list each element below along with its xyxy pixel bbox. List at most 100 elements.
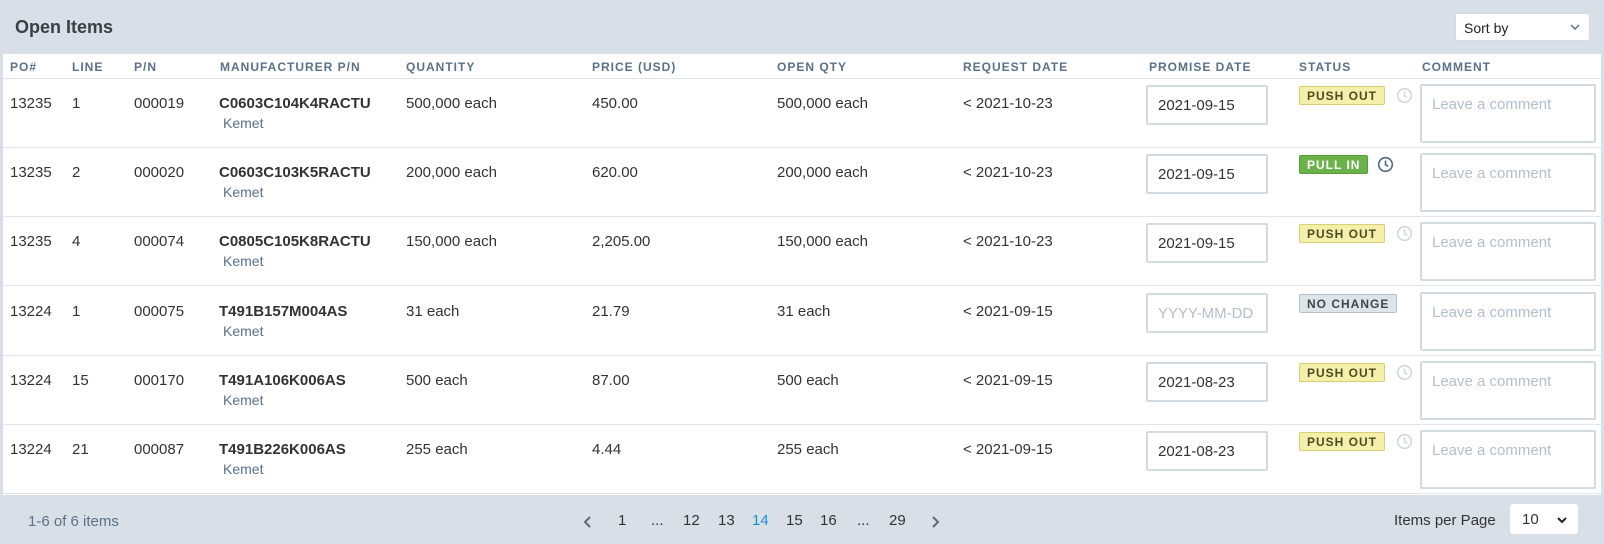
panel-header: Open Items Sort by <box>0 0 1604 54</box>
request-date: < 2021-10-23 <box>963 233 1053 250</box>
page-link[interactable]: 1 <box>618 512 626 529</box>
col-mfr-pn-header: MANUFACTURER P/N <box>220 60 361 74</box>
clock-icon[interactable] <box>1377 156 1394 173</box>
quantity: 255 each <box>406 441 468 458</box>
manufacturer-part-number: T491A106K006AS <box>219 372 346 389</box>
col-quantity-header: QUANTITY <box>406 60 476 74</box>
col-pn-header: P/N <box>134 60 158 74</box>
clock-icon[interactable] <box>1396 87 1413 104</box>
comment-field[interactable]: Leave a comment <box>1420 153 1596 212</box>
line-number: 15 <box>72 372 89 389</box>
chevron-down-icon <box>1557 517 1567 524</box>
po-number: 13224 <box>10 372 52 389</box>
request-date: < 2021-10-23 <box>963 95 1053 112</box>
request-date: < 2021-09-15 <box>963 303 1053 320</box>
line-number: 1 <box>72 95 81 112</box>
status-badge: PUSH OUT <box>1299 86 1386 105</box>
col-promise-date-header: PROMISE DATE <box>1149 60 1252 74</box>
open-quantity: 31 each <box>777 303 831 320</box>
po-number: 13235 <box>10 95 52 112</box>
manufacturer-name: Kemet <box>223 461 264 477</box>
price: 2,205.00 <box>592 233 651 250</box>
price: 87.00 <box>592 372 630 389</box>
manufacturer-name: Kemet <box>223 323 264 339</box>
manufacturer-name: Kemet <box>223 253 264 269</box>
quantity: 500 each <box>406 372 468 389</box>
comment-field[interactable]: Leave a comment <box>1420 361 1596 420</box>
sort-by-select[interactable]: Sort by <box>1455 13 1590 41</box>
table-row: 13235 1 000019 C0603C104K4RACTU Kemet 500,000… <box>3 79 1601 148</box>
comment-field[interactable]: Leave a comment <box>1420 222 1596 281</box>
promise-date-input[interactable]: 2021-09-15 <box>1146 154 1268 194</box>
line-number: 4 <box>72 233 81 250</box>
sort-by-label: Sort by <box>1464 20 1509 36</box>
items-per-page-value: 10 <box>1522 511 1539 528</box>
table-row: 13235 4 000074 C0805C105K8RACTU Kemet 150,000… <box>3 217 1601 286</box>
po-number: 13224 <box>10 303 52 320</box>
open-items-panel: Open Items Sort by PO# LINE P/N MANUFACTURE… <box>0 0 1604 544</box>
part-number: 000170 <box>134 372 185 389</box>
clock-icon[interactable] <box>1396 225 1413 242</box>
status-badge: PUSH OUT <box>1299 432 1386 451</box>
part-number: 000074 <box>134 233 185 250</box>
table-row: 13224 15 000170 T491A106K006AS Kemet 500 each… <box>3 356 1601 425</box>
manufacturer-part-number: T491B226K006AS <box>219 441 346 458</box>
table-row: 13224 1 000075 T491B157M004AS Kemet 31 each 21… <box>3 287 1601 356</box>
chevron-down-icon <box>1570 24 1580 31</box>
manufacturer-part-number: T491B157M004AS <box>219 303 348 320</box>
col-price-header: PRICE (USD) <box>592 60 677 74</box>
po-number: 13235 <box>10 233 52 250</box>
page-link[interactable]: 15 <box>786 512 803 529</box>
promise-date-input[interactable]: YYYY-MM-DD <box>1146 293 1268 333</box>
manufacturer-name: Kemet <box>223 392 264 408</box>
status-badge: PUSH OUT <box>1299 363 1386 382</box>
page-link[interactable]: 29 <box>889 512 906 529</box>
pagination-ellipsis: ... <box>857 512 870 529</box>
comment-field[interactable]: Leave a comment <box>1420 430 1596 489</box>
table-footer: 1-6 of 6 items 1... 12 13 14 15 16... 29 Items… <box>0 495 1604 544</box>
quantity: 500,000 each <box>406 95 497 112</box>
items-per-page-select[interactable]: 10 <box>1510 504 1578 534</box>
po-number: 13224 <box>10 441 52 458</box>
col-status-header: STATUS <box>1299 60 1352 74</box>
open-quantity: 500 each <box>777 372 839 389</box>
page-link[interactable]: 12 <box>683 512 700 529</box>
price: 21.79 <box>592 303 630 320</box>
chevron-left-icon[interactable] <box>582 515 594 529</box>
clock-icon[interactable] <box>1396 364 1413 381</box>
table-row: 13224 21 000087 T491B226K006AS Kemet 255 each… <box>3 425 1601 494</box>
line-number: 1 <box>72 303 81 320</box>
promise-date-input[interactable]: 2021-09-15 <box>1146 223 1268 263</box>
col-line-header: LINE <box>72 60 104 74</box>
po-number: 13235 <box>10 164 52 181</box>
pagination-ellipsis: ... <box>651 512 664 529</box>
comment-field[interactable]: Leave a comment <box>1420 292 1596 351</box>
page-link[interactable]: 14 <box>752 512 769 529</box>
price: 450.00 <box>592 95 638 112</box>
manufacturer-name: Kemet <box>223 184 264 200</box>
part-number: 000019 <box>134 95 185 112</box>
comment-field[interactable]: Leave a comment <box>1420 84 1596 143</box>
promise-date-input[interactable]: 2021-08-23 <box>1146 362 1268 402</box>
request-date: < 2021-10-23 <box>963 164 1053 181</box>
promise-date-input[interactable]: 2021-09-15 <box>1146 85 1268 125</box>
open-quantity: 255 each <box>777 441 839 458</box>
line-number: 21 <box>72 441 89 458</box>
page-link[interactable]: 16 <box>820 512 837 529</box>
col-comment-header: COMMENT <box>1422 60 1491 74</box>
part-number: 000020 <box>134 164 185 181</box>
price: 4.44 <box>592 441 622 458</box>
col-request-date-header: REQUEST DATE <box>963 60 1069 74</box>
quantity: 150,000 each <box>406 233 497 250</box>
price: 620.00 <box>592 164 638 181</box>
quantity: 200,000 each <box>406 164 497 181</box>
part-number: 000087 <box>134 441 185 458</box>
status-badge: PUSH OUT <box>1299 224 1386 243</box>
clock-icon[interactable] <box>1396 433 1413 450</box>
open-quantity: 150,000 each <box>777 233 868 250</box>
page-link[interactable]: 13 <box>718 512 735 529</box>
open-quantity: 500,000 each <box>777 95 868 112</box>
page-title: Open Items <box>15 17 114 37</box>
chevron-right-icon[interactable] <box>929 515 941 529</box>
promise-date-input[interactable]: 2021-08-23 <box>1146 431 1268 471</box>
